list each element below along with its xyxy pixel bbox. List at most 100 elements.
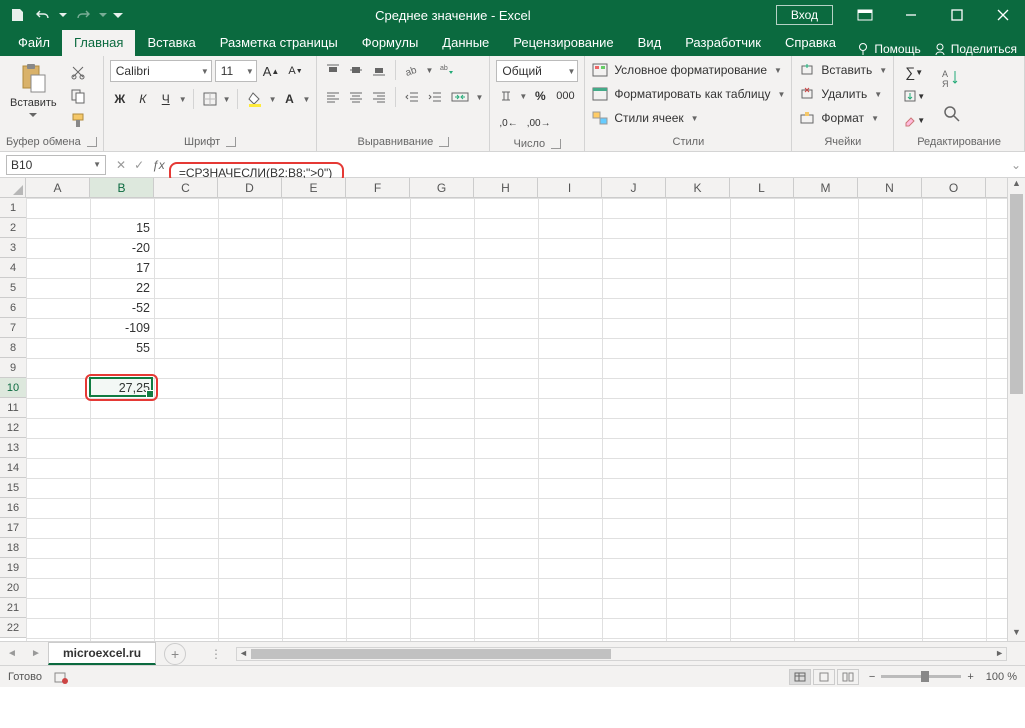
accounting-icon[interactable] [496, 86, 516, 106]
tab-help[interactable]: Справка [773, 30, 848, 56]
font-name-combo[interactable]: Calibri▼ [110, 60, 212, 82]
align-right-icon[interactable] [369, 87, 389, 107]
redo-dropdown-icon[interactable] [98, 4, 108, 26]
insert-cells-button[interactable]: Вставить▼ [798, 62, 887, 78]
tellme-button[interactable]: Помощь [856, 42, 920, 56]
row-header[interactable]: 5 [0, 278, 26, 298]
tab-nav-prev[interactable]: ◄ [0, 648, 24, 659]
align-center-icon[interactable] [346, 87, 366, 107]
row-header[interactable]: 7 [0, 318, 26, 338]
formula-expand-icon[interactable]: ⌄ [1007, 158, 1025, 172]
increase-indent-icon[interactable] [425, 87, 445, 107]
row-header[interactable]: 19 [0, 558, 26, 578]
view-pagelayout-icon[interactable] [813, 669, 835, 685]
share-button[interactable]: Поделиться [933, 42, 1017, 56]
col-header[interactable]: L [730, 178, 794, 197]
tab-view[interactable]: Вид [626, 30, 674, 56]
cell-value[interactable]: -109 [90, 318, 154, 338]
cell-value[interactable]: 15 [90, 218, 154, 238]
row-header[interactable]: 8 [0, 338, 26, 358]
conditional-format-button[interactable]: Условное форматирование▼ [591, 62, 782, 78]
hscroll-thumb[interactable] [251, 649, 611, 659]
cell-value[interactable]: 55 [90, 338, 154, 358]
cell-value[interactable]: -20 [90, 238, 154, 258]
cell-styles-button[interactable]: Стили ячеек▼ [591, 110, 698, 126]
minimize-icon[interactable] [889, 0, 933, 30]
row-header[interactable]: 17 [0, 518, 26, 538]
italic-button[interactable]: К [133, 89, 153, 109]
sort-filter-icon[interactable]: АЯ [938, 62, 966, 94]
zoom-slider[interactable] [881, 675, 961, 678]
row-header[interactable]: 9 [0, 358, 26, 378]
row-header[interactable]: 6 [0, 298, 26, 318]
row-header[interactable]: 10 [0, 378, 26, 398]
macro-record-icon[interactable] [54, 670, 68, 684]
col-header[interactable]: N [858, 178, 922, 197]
orientation-icon[interactable]: ab [402, 60, 422, 80]
tab-data[interactable]: Данные [430, 30, 501, 56]
tab-layout[interactable]: Разметка страницы [208, 30, 350, 56]
redo-icon[interactable] [72, 4, 94, 26]
number-launcher[interactable] [551, 139, 561, 149]
format-painter-icon[interactable] [67, 110, 89, 130]
view-pagebreak-icon[interactable] [837, 669, 859, 685]
col-header[interactable]: H [474, 178, 538, 197]
undo-dropdown-icon[interactable] [58, 4, 68, 26]
font-size-combo[interactable]: 11▼ [215, 60, 257, 82]
font-launcher[interactable] [226, 137, 236, 147]
underline-button[interactable]: Ч [156, 89, 176, 109]
col-header[interactable]: E [282, 178, 346, 197]
tab-file[interactable]: Файл [6, 30, 62, 56]
scroll-down-icon[interactable]: ▼ [1008, 627, 1025, 641]
find-icon[interactable] [938, 98, 966, 130]
cut-icon[interactable] [67, 62, 89, 82]
tab-review[interactable]: Рецензирование [501, 30, 625, 56]
fill-icon[interactable]: ▼ [900, 86, 928, 106]
row-header[interactable]: 20 [0, 578, 26, 598]
align-middle-icon[interactable] [346, 60, 366, 80]
row-header[interactable]: 14 [0, 458, 26, 478]
wrap-text-icon[interactable]: ab [436, 60, 460, 80]
col-header[interactable]: F [346, 178, 410, 197]
borders-icon[interactable] [200, 89, 220, 109]
fx-icon[interactable]: ƒx [152, 158, 165, 172]
increase-font-icon[interactable]: A▲ [260, 61, 283, 81]
align-top-icon[interactable] [323, 60, 343, 80]
qat-customize-icon[interactable] [112, 4, 124, 26]
row-header[interactable]: 11 [0, 398, 26, 418]
decrease-indent-icon[interactable] [402, 87, 422, 107]
cell-value[interactable]: 22 [90, 278, 154, 298]
clear-icon[interactable]: ▼ [900, 110, 928, 130]
cell-value[interactable]: 17 [90, 258, 154, 278]
row-header[interactable]: 1 [0, 198, 26, 218]
col-header[interactable]: J [602, 178, 666, 197]
vscroll-thumb[interactable] [1010, 194, 1023, 394]
fill-color-icon[interactable] [244, 89, 266, 109]
maximize-icon[interactable] [935, 0, 979, 30]
scroll-up-icon[interactable]: ▲ [1008, 178, 1025, 192]
tab-developer[interactable]: Разработчик [673, 30, 773, 56]
close-icon[interactable] [981, 0, 1025, 30]
increase-decimal-icon[interactable]: ,0← [496, 113, 520, 133]
vertical-scrollbar[interactable]: ▲ ▼ [1007, 178, 1025, 641]
horizontal-scrollbar[interactable]: ◄ ► [236, 647, 1007, 661]
signin-button[interactable]: Вход [776, 5, 833, 25]
row-header[interactable]: 2 [0, 218, 26, 238]
row-header[interactable]: 22 [0, 618, 26, 638]
add-sheet-button[interactable]: + [164, 643, 186, 665]
align-bottom-icon[interactable] [369, 60, 389, 80]
name-box[interactable]: B10▼ [6, 155, 106, 175]
col-header[interactable]: C [154, 178, 218, 197]
zoom-in-button[interactable]: + [967, 671, 973, 683]
bold-button[interactable]: Ж [110, 89, 130, 109]
cells-area[interactable]: 15-201722-52-1095527,25 [26, 198, 1007, 641]
zoom-out-button[interactable]: − [869, 671, 875, 683]
col-header[interactable]: K [666, 178, 730, 197]
delete-cells-button[interactable]: Удалить▼ [798, 86, 882, 102]
undo-icon[interactable] [32, 4, 54, 26]
row-header[interactable]: 4 [0, 258, 26, 278]
row-header[interactable]: 18 [0, 538, 26, 558]
sheet-tab[interactable]: microexcel.ru [48, 642, 156, 665]
cancel-formula-icon[interactable]: ✕ [116, 158, 126, 172]
copy-icon[interactable] [67, 86, 89, 106]
